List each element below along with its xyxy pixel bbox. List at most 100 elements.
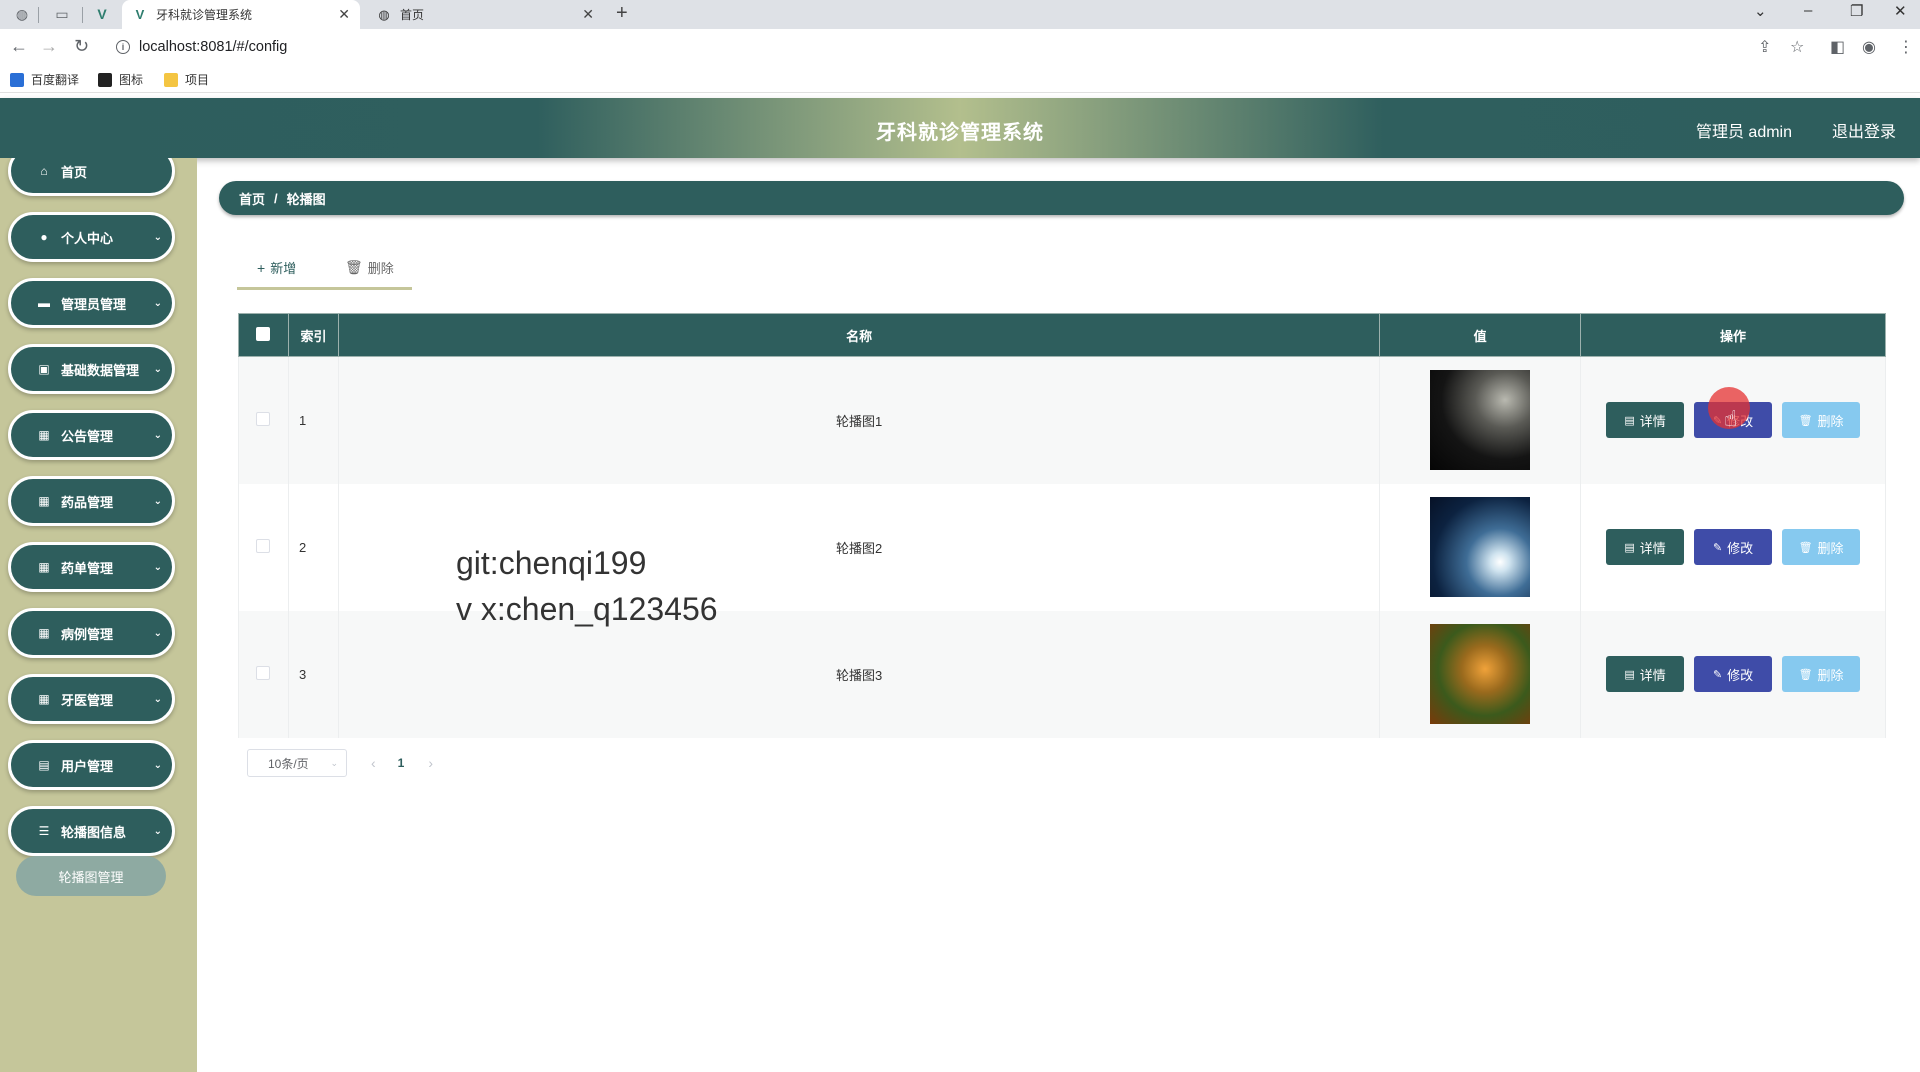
edit-button[interactable]: ✎ 修改 bbox=[1694, 656, 1773, 692]
chevron-down-icon: ⌄ bbox=[153, 297, 162, 309]
bookmark-item[interactable]: 项目 bbox=[164, 71, 209, 88]
sidebar-item-cases[interactable]: ▦ 病例管理 ⌄ bbox=[8, 608, 175, 658]
detail-button[interactable]: ▤ 详情 bbox=[1606, 402, 1685, 439]
delete-button[interactable]: 🗑 删除 bbox=[1782, 656, 1861, 692]
user-icon: ● bbox=[40, 230, 48, 244]
header-name[interactable]: 名称 bbox=[337, 313, 1381, 357]
globe-icon[interactable]: ◍ bbox=[12, 5, 32, 23]
sidebar-item-basic-data[interactable]: ▣ 基础数据管理 ⌄ bbox=[8, 344, 175, 394]
translate-icon bbox=[10, 72, 24, 87]
tab-title: 首页 bbox=[400, 8, 425, 22]
url-field[interactable]: i localhost:8081/#/config bbox=[106, 34, 1786, 60]
sidebar-subitem-carousel-management[interactable]: 轮播图管理 bbox=[16, 856, 166, 896]
document-icon: ▤ bbox=[1624, 414, 1635, 427]
blank-tab-icon[interactable]: ▭ bbox=[52, 5, 72, 23]
chevron-down-icon: ⌄ bbox=[153, 825, 162, 837]
minimize-icon[interactable]: – bbox=[1804, 2, 1812, 19]
hand-cursor-icon: ☝ bbox=[1724, 406, 1738, 431]
star-icon[interactable]: ☆ bbox=[1790, 37, 1804, 57]
breadcrumb-current: 轮播图 bbox=[286, 191, 326, 207]
new-tab-icon[interactable]: + bbox=[616, 2, 628, 25]
breadcrumb-home[interactable]: 首页 bbox=[239, 189, 265, 208]
page-size-value: 10条/页 bbox=[268, 756, 309, 771]
info-icon[interactable]: i bbox=[116, 40, 130, 54]
sidebar-item-label: 公告管理 bbox=[61, 428, 114, 444]
bookmark-item[interactable]: 百度翻译 bbox=[10, 71, 79, 88]
breadcrumb: 首页 / 轮播图 bbox=[219, 181, 1904, 215]
tab-app[interactable]: V 牙科就诊管理系统 ✕ bbox=[122, 0, 360, 29]
carousel-table: 索引 名称 值 操作 1 轮播图1 ▤详情✎修改🗑删除 2 轮播图2 ▤详情✎修… bbox=[238, 313, 1886, 738]
row-index: 2 bbox=[287, 483, 339, 611]
delete-button[interactable]: 🗑 删除 bbox=[1782, 402, 1861, 439]
restore-icon[interactable]: ❐ bbox=[1850, 2, 1863, 20]
sidebar-item-users[interactable]: ▤ 用户管理 ⌄ bbox=[8, 740, 175, 790]
detail-button[interactable]: ▤ 详情 bbox=[1606, 529, 1685, 565]
share-icon[interactable]: ⇪ bbox=[1758, 37, 1771, 57]
sidebar-item-label: 药品管理 bbox=[61, 494, 114, 510]
plus-icon: + bbox=[257, 259, 266, 276]
sidebar-item-dentists[interactable]: ▦ 牙医管理 ⌄ bbox=[8, 674, 175, 724]
tab-home[interactable]: ◍ 首页 ✕ bbox=[366, 0, 604, 29]
chevron-down-icon: ⌄ bbox=[153, 429, 162, 441]
edit-button[interactable]: ✎ 修改 bbox=[1694, 529, 1773, 565]
reload-icon[interactable]: ↻ bbox=[74, 36, 89, 57]
table-header-row: 索引 名称 值 操作 bbox=[238, 313, 1886, 357]
row-value bbox=[1379, 610, 1582, 738]
sidebar-item-home[interactable]: ⌂ 首页 bbox=[8, 158, 175, 196]
row-actions: ▤ 详情 ✎ 修改 🗑 删除 bbox=[1580, 610, 1886, 738]
row-select-cell bbox=[238, 610, 289, 738]
side-panel-icon[interactable]: ◧ bbox=[1830, 37, 1845, 57]
sidebar-item-medicine[interactable]: ▦ 药品管理 ⌄ bbox=[8, 476, 175, 526]
profile-icon[interactable]: ◉ bbox=[1862, 37, 1876, 57]
globe-icon: ◍ bbox=[378, 6, 390, 22]
page-size-select[interactable]: 10条/页 ⌄ bbox=[247, 749, 347, 777]
grid-icon: ▦ bbox=[38, 692, 50, 706]
forward-icon[interactable]: → bbox=[40, 36, 58, 57]
document-icon: ▤ bbox=[1624, 668, 1635, 681]
next-page-icon[interactable]: › bbox=[428, 755, 433, 771]
grid-icon: ▦ bbox=[38, 494, 50, 508]
delete-button[interactable]: 🗑 删除 bbox=[1782, 529, 1861, 565]
add-button-label: 新增 bbox=[270, 261, 297, 276]
row-checkbox[interactable] bbox=[256, 665, 271, 680]
document-icon: ▤ bbox=[1624, 541, 1635, 554]
grid-icon: ▦ bbox=[38, 626, 50, 640]
close-icon[interactable]: ✕ bbox=[582, 6, 594, 23]
back-icon[interactable]: ← bbox=[10, 36, 28, 57]
pencil-icon: ✎ bbox=[1712, 668, 1723, 681]
row-value bbox=[1379, 483, 1582, 611]
bookmark-label: 项目 bbox=[185, 73, 210, 87]
address-bar: ← → ↻ i localhost:8081/#/config ⇪ ☆ ◧ ◉ … bbox=[0, 29, 1920, 65]
vue-icon[interactable]: V bbox=[92, 5, 112, 23]
row-checkbox[interactable] bbox=[256, 411, 271, 426]
chevron-down-icon[interactable]: ⌄ bbox=[1754, 2, 1767, 20]
sidebar-item-prescription[interactable]: ▦ 药单管理 ⌄ bbox=[8, 542, 175, 592]
delete-selected-button[interactable]: 🗑 删除 bbox=[345, 258, 394, 277]
chevron-down-icon: ⌄ bbox=[153, 363, 162, 375]
menu-dots-icon[interactable]: ⋮ bbox=[1898, 37, 1914, 57]
app-title: 牙科就诊管理系统 bbox=[876, 122, 1044, 144]
add-button[interactable]: + 新增 bbox=[257, 258, 296, 277]
prev-page-icon[interactable]: ‹ bbox=[371, 755, 376, 771]
row-value bbox=[1379, 356, 1582, 484]
sidebar-item-admin-management[interactable]: ▬ 管理员管理 ⌄ bbox=[8, 278, 175, 328]
bookmark-item[interactable]: 图标 bbox=[98, 71, 143, 88]
sidebar-item-notices[interactable]: ▦ 公告管理 ⌄ bbox=[8, 410, 175, 460]
close-icon[interactable]: ✕ bbox=[338, 6, 350, 23]
delete-label: 删除 bbox=[1817, 667, 1844, 683]
header-value[interactable]: 值 bbox=[1379, 313, 1582, 357]
watermark-line: git:chenqi199 bbox=[456, 545, 647, 581]
select-all-checkbox[interactable] bbox=[256, 326, 271, 341]
sidebar-item-personal-center[interactable]: ● 个人中心 ⌄ bbox=[8, 212, 175, 262]
delete-button-label: 删除 bbox=[367, 261, 394, 276]
detail-button[interactable]: ▤ 详情 bbox=[1606, 656, 1685, 692]
close-window-icon[interactable]: ✕ bbox=[1894, 2, 1907, 20]
logout-link[interactable]: 退出登录 bbox=[1832, 118, 1896, 142]
row-checkbox[interactable] bbox=[256, 538, 271, 553]
delete-label: 删除 bbox=[1817, 540, 1844, 556]
chevron-down-icon: ⌄ bbox=[153, 693, 162, 705]
page-number[interactable]: 1 bbox=[398, 756, 405, 770]
header-index[interactable]: 索引 bbox=[287, 313, 339, 357]
sidebar-item-label: 首页 bbox=[61, 164, 88, 180]
sidebar-item-carousel-info[interactable]: ☰ 轮播图信息 ⌄ bbox=[8, 806, 175, 856]
